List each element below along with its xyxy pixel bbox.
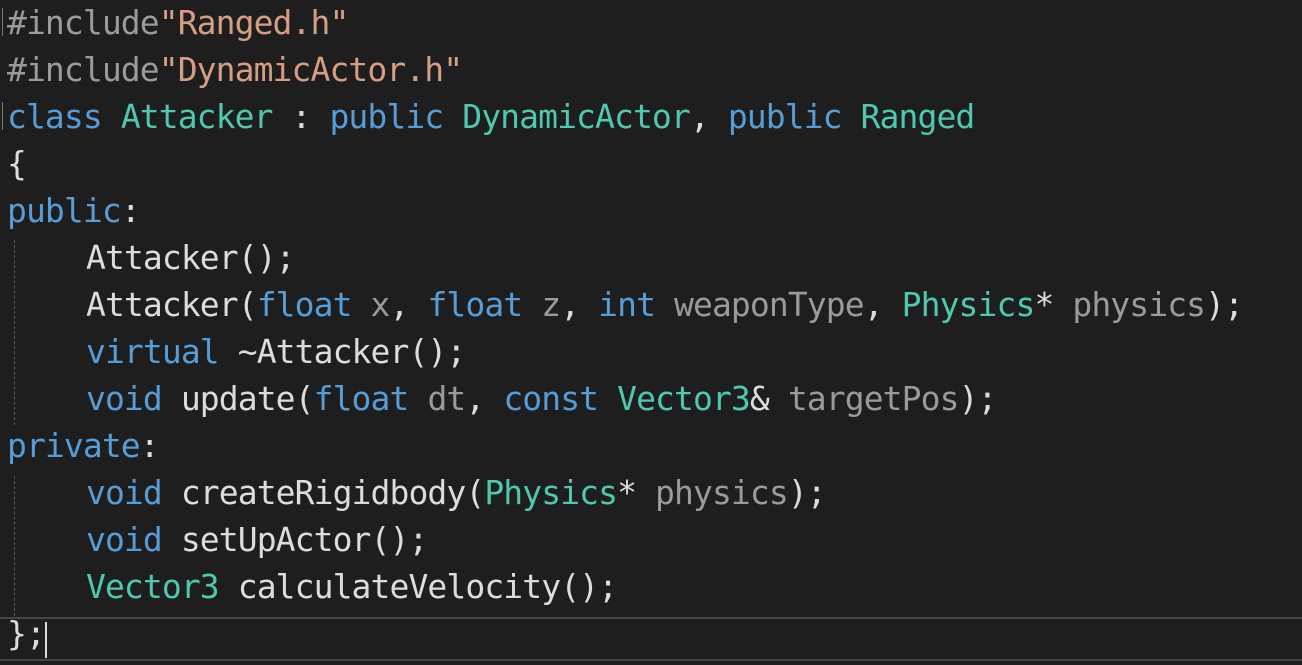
code-line[interactable]: void createRigidbody(Physics* physics); <box>0 469 1302 516</box>
code-token: physics <box>1072 285 1206 324</box>
code-token: void <box>86 379 163 418</box>
code-line[interactable]: { <box>0 140 1302 187</box>
code-token: }; <box>7 614 46 653</box>
code-token: { <box>7 144 27 183</box>
code-token: float <box>313 379 410 418</box>
code-token: , <box>560 285 599 324</box>
code-token: #include <box>7 3 160 42</box>
code-line-text: private: <box>7 422 160 469</box>
code-token: & <box>749 379 788 418</box>
code-token: virtual <box>86 332 220 371</box>
code-token: DynamicActor <box>462 97 691 136</box>
code-line[interactable]: void setUpActor(); <box>0 516 1302 563</box>
code-line-text: Vector3 calculateVelocity(); <box>7 563 618 610</box>
code-token: : <box>139 426 160 465</box>
code-token: void <box>86 473 163 512</box>
code-line-text: #include"Ranged.h" <box>7 0 350 46</box>
code-token: public <box>727 97 843 136</box>
code-token: weaponType <box>674 285 865 324</box>
code-token: Vector3 <box>617 379 751 418</box>
code-line-text: Attacker(float x, float z, int weaponTyp… <box>7 281 1244 328</box>
code-line-text: public: <box>7 187 141 234</box>
code-editor[interactable]: #include"Ranged.h" #include"DynamicActor.… <box>0 0 1302 665</box>
code-token: , <box>465 379 504 418</box>
code-line[interactable]: virtual ~Attacker(); <box>0 328 1302 375</box>
code-token: Attacker( <box>86 285 258 324</box>
code-line[interactable]: Attacker(); <box>0 234 1302 281</box>
code-line-text: { <box>7 140 27 187</box>
code-token: ); <box>1205 285 1244 324</box>
code-token: targetPos <box>787 379 960 418</box>
code-line-text: void createRigidbody(Physics* physics); <box>7 469 827 516</box>
code-token: dt <box>427 379 466 418</box>
code-token: ~Attacker(); <box>218 332 467 371</box>
code-line-text: class Attacker : public DynamicActor, pu… <box>7 93 976 140</box>
code-token: : <box>120 191 141 230</box>
code-line-text: void update(float dt, const Vector3& tar… <box>7 375 997 422</box>
code-token: createRigidbody( <box>161 473 485 512</box>
code-token: , <box>689 97 728 136</box>
code-token: calculateVelocity(); <box>218 567 618 606</box>
text-caret <box>45 622 47 658</box>
code-token: Attacker <box>120 97 274 136</box>
code-token: : <box>272 97 330 136</box>
code-line[interactable]: Vector3 calculateVelocity(); <box>0 563 1302 610</box>
code-line[interactable]: #include"Ranged.h" <box>0 0 1302 46</box>
code-token: void <box>86 520 163 559</box>
code-token: Vector3 <box>86 567 220 606</box>
code-line-text: Attacker(); <box>7 234 296 281</box>
code-line[interactable]: #include"DynamicActor.h" <box>0 46 1302 93</box>
code-token: Attacker(); <box>86 238 296 277</box>
code-token: , <box>389 285 428 324</box>
code-line-text: void setUpActor(); <box>7 516 429 563</box>
code-token: public <box>329 97 444 136</box>
code-line[interactable]: private: <box>0 422 1302 469</box>
code-token: private <box>7 426 141 465</box>
code-token: Physics <box>901 285 1036 324</box>
code-token: ); <box>958 379 998 418</box>
code-line[interactable]: public: <box>0 187 1302 234</box>
code-line-text: virtual ~Attacker(); <box>7 328 467 375</box>
code-line-text: }; <box>7 610 46 657</box>
code-token: float <box>427 285 523 324</box>
code-token: , <box>863 285 902 324</box>
code-token: Ranged <box>860 97 976 136</box>
code-token: "DynamicActor.h" <box>158 50 463 89</box>
code-line[interactable]: }; <box>0 610 1302 657</box>
code-token: ); <box>787 473 827 512</box>
code-line[interactable]: Attacker(float x, float z, int weaponTyp… <box>0 281 1302 328</box>
code-line[interactable]: class Attacker : public DynamicActor, pu… <box>0 93 1302 140</box>
code-token: "Ranged.h" <box>158 3 350 42</box>
code-token: class <box>7 97 103 136</box>
code-token: Physics <box>484 473 618 512</box>
code-token: * <box>1034 285 1073 324</box>
code-token: const <box>503 379 599 418</box>
code-token: update( <box>161 379 315 418</box>
code-token: int <box>598 285 656 324</box>
code-token: setUpActor(); <box>161 520 429 559</box>
code-line[interactable]: void update(float dt, const Vector3& tar… <box>0 375 1302 422</box>
code-token: #include <box>7 50 160 89</box>
code-token: float <box>256 285 353 324</box>
code-token: public <box>7 191 122 230</box>
code-token: * <box>617 473 656 512</box>
code-token: x <box>370 285 391 324</box>
code-token: physics <box>655 473 789 512</box>
code-line-text: #include"DynamicActor.h" <box>7 46 463 93</box>
code-token: z <box>541 285 561 324</box>
